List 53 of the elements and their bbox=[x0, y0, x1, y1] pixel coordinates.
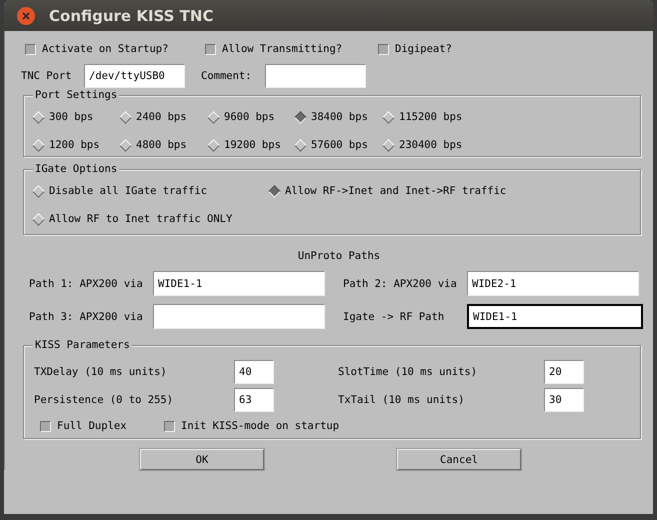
checkbox[interactable] bbox=[164, 420, 175, 432]
checkbox-label: Digipeat? bbox=[395, 43, 452, 55]
radio-button[interactable] bbox=[268, 184, 281, 198]
radio-label: Allow RF to Inet traffic ONLY bbox=[49, 213, 232, 225]
window-title: Configure KISS TNC bbox=[49, 6, 214, 24]
radio-label: Disable all IGate traffic bbox=[49, 185, 208, 197]
group-title: Port Settings bbox=[33, 89, 120, 101]
close-icon[interactable] bbox=[17, 6, 35, 24]
input-field[interactable]: 63 bbox=[234, 388, 274, 412]
input-field[interactable]: WIDE2-1 bbox=[467, 271, 639, 296]
radio-label: 300 bps bbox=[49, 111, 94, 123]
radio-button[interactable] bbox=[294, 110, 307, 124]
field-label: Path 3: APX200 via bbox=[29, 310, 144, 322]
input-field[interactable]: /dev/ttyUSB0 bbox=[84, 64, 185, 88]
field-label: Path 1: APX200 via bbox=[29, 278, 144, 290]
radio-label: 4800 bps bbox=[136, 139, 187, 151]
radio-label: 115200 bps bbox=[399, 111, 462, 123]
input-field[interactable]: WIDE1-1 bbox=[153, 271, 325, 296]
field-label: Persistence (0 to 255) bbox=[34, 394, 174, 406]
checkbox[interactable] bbox=[40, 420, 51, 432]
checkbox-label: Allow Transmitting? bbox=[222, 43, 342, 55]
group-title: IGate Options bbox=[33, 163, 120, 175]
dialog-button[interactable]: OK bbox=[140, 449, 264, 470]
checkbox-label: Full Duplex bbox=[57, 420, 127, 432]
input-field[interactable] bbox=[153, 304, 325, 329]
field-label: TxTail (10 ms units) bbox=[337, 394, 466, 406]
field-label: Comment: bbox=[201, 70, 253, 82]
checkbox[interactable] bbox=[378, 44, 389, 54]
radio-label: 2400 bps bbox=[136, 111, 187, 123]
input-field[interactable]: 30 bbox=[544, 388, 584, 412]
input-field[interactable] bbox=[265, 64, 366, 88]
radio-label: 57600 bps bbox=[311, 139, 368, 151]
section-title: UnProto Paths bbox=[296, 249, 382, 264]
dialog-button[interactable]: Cancel bbox=[397, 449, 521, 470]
radio-label: 230400 bps bbox=[399, 139, 462, 151]
radio-label: 1200 bps bbox=[49, 139, 100, 151]
field-label: TXDelay (10 ms units) bbox=[34, 366, 168, 378]
input-field[interactable]: WIDE1-1 bbox=[467, 304, 643, 329]
radio-label: 9600 bps bbox=[224, 111, 275, 123]
input-field[interactable]: 20 bbox=[544, 360, 584, 384]
group-title: KISS Parameters bbox=[33, 339, 132, 351]
checkbox[interactable] bbox=[205, 44, 216, 54]
checkbox-label: Activate on Startup? bbox=[42, 43, 168, 55]
checkbox-label: Init KISS-mode on startup bbox=[181, 420, 340, 432]
radio-label: 19200 bps bbox=[224, 139, 281, 151]
field-label: Igate -> RF Path bbox=[342, 310, 446, 322]
field-label: TNC Port bbox=[20, 70, 73, 82]
input-field[interactable]: 40 bbox=[234, 360, 274, 384]
radio-label: 38400 bps bbox=[311, 111, 368, 123]
field-label: Path 2: APX200 via bbox=[342, 278, 458, 290]
checkbox[interactable] bbox=[25, 44, 36, 54]
radio-label: Allow RF->Inet and Inet->RF traffic bbox=[285, 185, 506, 197]
field-label: SlotTime (10 ms units) bbox=[337, 366, 478, 378]
